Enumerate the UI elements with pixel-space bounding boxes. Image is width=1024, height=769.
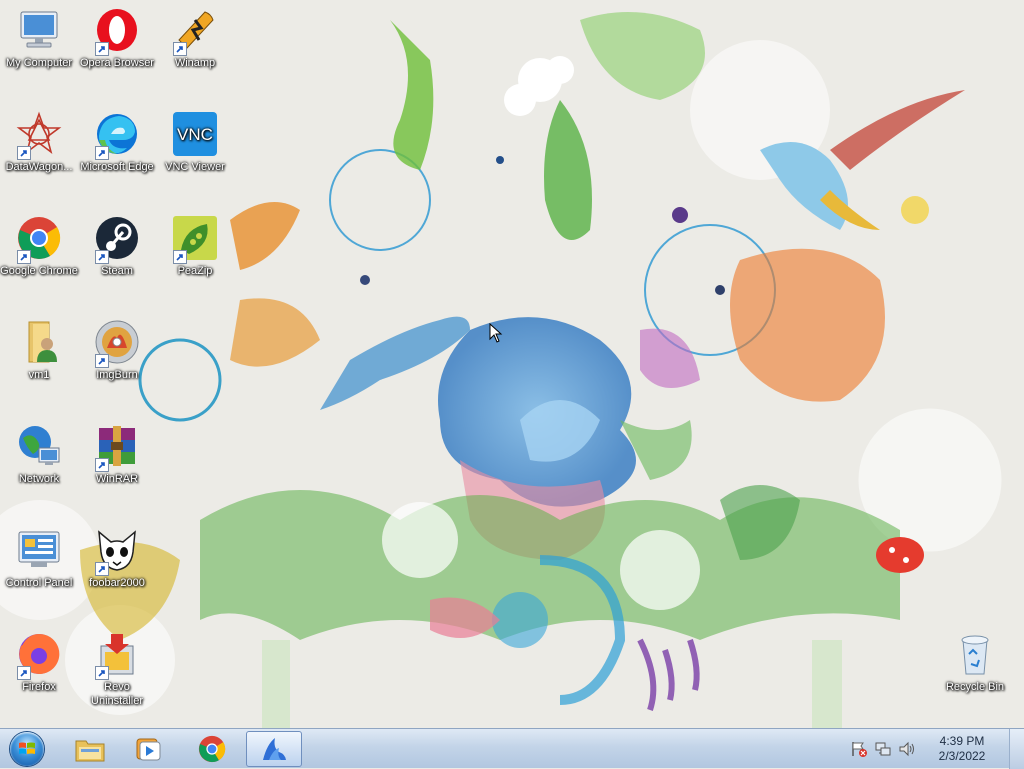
- clock-date: 2/3/2022: [938, 749, 986, 763]
- desktop-icon-datawagon[interactable]: DataWagon...: [0, 110, 78, 174]
- desktop-icon-my-computer[interactable]: My Computer: [0, 6, 78, 70]
- imgburn-icon: [93, 318, 141, 368]
- icon-label: VNC Viewer: [165, 161, 225, 173]
- folder-icon: [75, 740, 105, 762]
- shortcut-arrow-icon: [17, 250, 31, 264]
- firefox-icon: [15, 630, 63, 680]
- taskbar-chrome-button[interactable]: [184, 731, 240, 767]
- control-panel-icon: [15, 526, 63, 574]
- desktop-icon-steam[interactable]: Steam: [78, 214, 156, 278]
- desktop-icon-foobar2000[interactable]: foobar2000: [78, 526, 156, 590]
- shortcut-arrow-icon: [95, 666, 109, 680]
- desktop-icon-vnc-viewer[interactable]: VNC VNC Viewer: [156, 110, 234, 174]
- shortcut-arrow-icon: [95, 354, 109, 368]
- icon-label: foobar2000: [89, 577, 145, 589]
- peazip-icon: [171, 214, 219, 264]
- recycle-bin-icon: [951, 630, 999, 678]
- chrome-icon: [198, 735, 226, 763]
- desktop-icon-imgburn[interactable]: ImgBurn: [78, 318, 156, 382]
- taskbar-media-player-button[interactable]: [120, 731, 176, 767]
- edge-icon: [93, 110, 141, 160]
- svg-text:VNC: VNC: [177, 125, 213, 144]
- shortcut-arrow-icon: [17, 666, 31, 680]
- volume-icon[interactable]: [898, 740, 916, 758]
- bird-icon: [263, 738, 286, 760]
- desktop-icon-control-panel[interactable]: Control Panel: [0, 526, 78, 590]
- desktop-icon-winrar[interactable]: WinRAR: [78, 422, 156, 486]
- user-folder-icon: [15, 318, 63, 366]
- desktop-icon-firefox[interactable]: Firefox: [0, 630, 78, 694]
- system-tray: 4:39 PM 2/3/2022: [844, 729, 1024, 769]
- media-player-icon: [136, 738, 161, 761]
- taskbar-clock[interactable]: 4:39 PM 2/3/2022: [930, 734, 994, 764]
- desktop-icon-recycle-bin[interactable]: Recycle Bin: [936, 630, 1014, 694]
- opera-icon: [93, 6, 141, 56]
- network-status-icon[interactable]: [874, 740, 892, 758]
- revo-icon: [93, 630, 141, 680]
- computer-icon: [15, 6, 63, 54]
- icon-label: Google Chrome: [0, 265, 78, 277]
- desktop-icon-microsoft-edge[interactable]: Microsoft Edge: [78, 110, 156, 174]
- icon-label: Network: [18, 473, 60, 485]
- shortcut-arrow-icon: [173, 42, 187, 56]
- shortcut-arrow-icon: [95, 458, 109, 472]
- shortcut-arrow-icon: [17, 146, 31, 160]
- windows-logo-icon: [10, 732, 44, 766]
- icon-label: DataWagon...: [5, 161, 73, 173]
- steam-icon: [93, 214, 141, 264]
- icon-label: Control Panel: [5, 577, 73, 589]
- desktop-icon-winamp[interactable]: Winamp: [156, 6, 234, 70]
- shortcut-arrow-icon: [173, 250, 187, 264]
- taskbar: 4:39 PM 2/3/2022: [0, 728, 1024, 769]
- desktop-icon-network[interactable]: Network: [0, 422, 78, 486]
- start-button[interactable]: [4, 730, 50, 768]
- show-desktop-button[interactable]: [1009, 729, 1024, 769]
- icon-label: vm1: [28, 369, 50, 381]
- icon-label: My Computer: [5, 57, 73, 69]
- winrar-icon: [93, 422, 141, 472]
- taskbar-explorer-button[interactable]: [62, 731, 118, 767]
- icon-label: Steam: [101, 265, 133, 277]
- winamp-icon: [171, 6, 219, 56]
- taskbar-active-app-button[interactable]: [246, 731, 302, 767]
- desktop-icon-google-chrome[interactable]: Google Chrome: [0, 214, 78, 278]
- shortcut-arrow-icon: [95, 250, 109, 264]
- desktop-icon-opera[interactable]: Opera Browser: [78, 6, 156, 70]
- clock-time: 4:39 PM: [939, 734, 985, 748]
- icon-label: Microsoft Edge: [80, 161, 154, 173]
- shortcut-arrow-icon: [95, 562, 109, 576]
- network-icon: [15, 422, 63, 470]
- desktop-icon-peazip[interactable]: PeaZip: [156, 214, 234, 278]
- icon-label: WinRAR: [95, 473, 139, 485]
- action-center-flag-icon[interactable]: [850, 740, 868, 758]
- icon-label: PeaZip: [177, 265, 213, 277]
- icon-label: Winamp: [174, 57, 216, 69]
- icon-label: Recycle Bin: [945, 681, 1005, 693]
- vnc-icon: VNC: [171, 110, 219, 158]
- chrome-icon: [15, 214, 63, 264]
- icon-label: ImgBurn: [96, 369, 138, 381]
- desktop-icon-vm1[interactable]: vm1: [0, 318, 78, 382]
- datawagon-icon: [15, 110, 63, 160]
- mouse-cursor-icon: [489, 323, 503, 343]
- icon-label: Firefox: [22, 681, 56, 693]
- desktop-icon-revo-uninstaller[interactable]: Revo Uninstaller: [78, 630, 156, 708]
- shortcut-arrow-icon: [95, 42, 109, 56]
- shortcut-arrow-icon: [95, 146, 109, 160]
- icon-label: Revo Uninstaller: [91, 681, 143, 707]
- icon-label: Opera Browser: [80, 57, 154, 69]
- foobar-icon: [93, 526, 141, 576]
